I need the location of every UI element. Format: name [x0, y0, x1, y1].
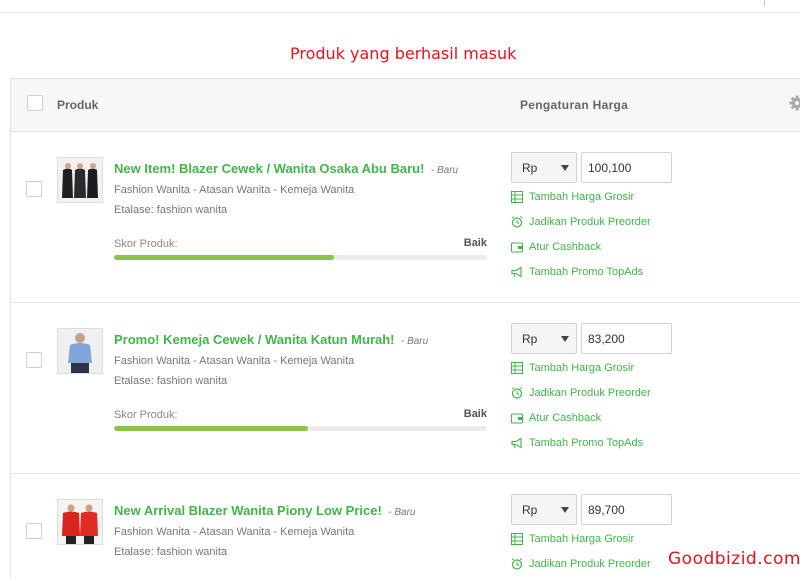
tambah-harga-grosir-link[interactable]: Tambah Harga Grosir: [511, 191, 634, 203]
watermark-text: Goodbizid.com: [668, 549, 800, 569]
product-title-line: New Item! Blazer Cewek / Wanita Osaka Ab…: [114, 160, 458, 178]
column-header-produk: Produk: [57, 98, 99, 112]
skor-bar: [114, 255, 487, 260]
top-bar-divider: [764, 0, 765, 6]
product-thumbnail[interactable]: [57, 328, 103, 374]
product-etalase: Etalase: fashion wanita: [114, 546, 228, 558]
jadikan-preorder-link[interactable]: Jadikan Produk Preorder: [511, 216, 651, 228]
chevron-down-icon: [561, 165, 569, 171]
skor-label: Skor Produk:: [114, 238, 178, 250]
column-header-harga: Pengaturan Harga: [520, 98, 629, 112]
table-row: New Item! Blazer Cewek / Wanita Osaka Ab…: [11, 132, 800, 303]
wallet-icon: [511, 413, 523, 424]
atur-cashback-link[interactable]: Atur Cashback: [511, 241, 601, 253]
skor-bar: [114, 426, 487, 431]
product-category: Fashion Wanita - Atasan Wanita - Kemeja …: [114, 526, 355, 538]
skor-bar-fill: [114, 255, 335, 260]
product-etalase: Etalase: fashion wanita: [114, 204, 228, 216]
alarm-clock-icon: [511, 558, 523, 570]
top-bar: [0, 0, 800, 13]
gear-icon[interactable]: [789, 95, 800, 111]
product-title-line: Promo! Kemeja Cewek / Wanita Katun Murah…: [114, 331, 428, 349]
product-title-line: New Arrival Blazer Wanita Piony Low Pric…: [114, 502, 415, 520]
select-all-checkbox[interactable]: [27, 95, 43, 111]
megaphone-icon: [511, 266, 522, 278]
product-image: [58, 329, 102, 373]
table-icon: [511, 533, 523, 545]
skor-label: Skor Produk:: [114, 409, 178, 421]
alarm-clock-icon: [511, 216, 523, 228]
alarm-clock-icon: [511, 387, 523, 399]
product-condition-badge: - Baru: [430, 165, 459, 176]
product-category: Fashion Wanita - Atasan Wanita - Kemeja …: [114, 184, 355, 196]
megaphone-icon: [511, 437, 522, 449]
chevron-down-icon: [561, 336, 569, 342]
table-icon: [511, 362, 523, 374]
product-table: Produk Pengaturan Harga New Item! Blazer…: [10, 78, 800, 578]
jadikan-preorder-link[interactable]: Jadikan Produk Preorder: [511, 387, 651, 399]
chevron-down-icon: [561, 507, 569, 513]
table-icon: [511, 191, 523, 203]
product-image: [58, 158, 102, 202]
currency-select[interactable]: Rp: [511, 323, 577, 354]
table-row: Promo! Kemeja Cewek / Wanita Katun Murah…: [11, 303, 800, 474]
product-etalase: Etalase: fashion wanita: [114, 375, 228, 387]
currency-value: Rp: [522, 161, 538, 175]
row-checkbox[interactable]: [26, 523, 42, 539]
product-title[interactable]: Promo! Kemeja Cewek / Wanita Katun Murah…: [114, 332, 395, 347]
table-header: Produk Pengaturan Harga: [11, 78, 800, 132]
product-condition-badge: - Baru: [388, 507, 416, 518]
tambah-harga-grosir-link[interactable]: Tambah Harga Grosir: [511, 533, 634, 545]
product-title[interactable]: New Item! Blazer Cewek / Wanita Osaka Ab…: [114, 161, 424, 176]
tambah-promo-topads-link[interactable]: Tambah Promo TopAds: [511, 266, 643, 278]
currency-select[interactable]: Rp: [511, 152, 577, 183]
currency-select[interactable]: Rp: [511, 494, 577, 525]
currency-value: Rp: [522, 503, 538, 517]
product-thumbnail[interactable]: [57, 499, 103, 545]
product-thumbnail[interactable]: [57, 157, 103, 203]
price-input[interactable]: [581, 323, 672, 354]
annotation-label: Produk yang berhasil masuk: [290, 44, 517, 63]
wallet-icon: [511, 242, 523, 253]
product-image: [58, 500, 102, 544]
jadikan-preorder-link[interactable]: Jadikan Produk Preorder: [511, 558, 651, 570]
row-checkbox[interactable]: [26, 181, 42, 197]
skor-bar-fill: [114, 426, 308, 431]
row-checkbox[interactable]: [26, 352, 42, 368]
currency-value: Rp: [522, 332, 538, 346]
product-category: Fashion Wanita - Atasan Wanita - Kemeja …: [114, 355, 355, 367]
tambah-harga-grosir-link[interactable]: Tambah Harga Grosir: [511, 362, 634, 374]
skor-value: Baik: [463, 408, 487, 420]
atur-cashback-link[interactable]: Atur Cashback: [511, 412, 601, 424]
product-title[interactable]: New Arrival Blazer Wanita Piony Low Pric…: [114, 503, 382, 518]
tambah-promo-topads-link[interactable]: Tambah Promo TopAds: [511, 437, 643, 449]
product-condition-badge: - Baru: [400, 336, 429, 347]
price-input[interactable]: [581, 494, 672, 525]
skor-value: Baik: [463, 237, 487, 249]
price-input[interactable]: [581, 152, 672, 183]
